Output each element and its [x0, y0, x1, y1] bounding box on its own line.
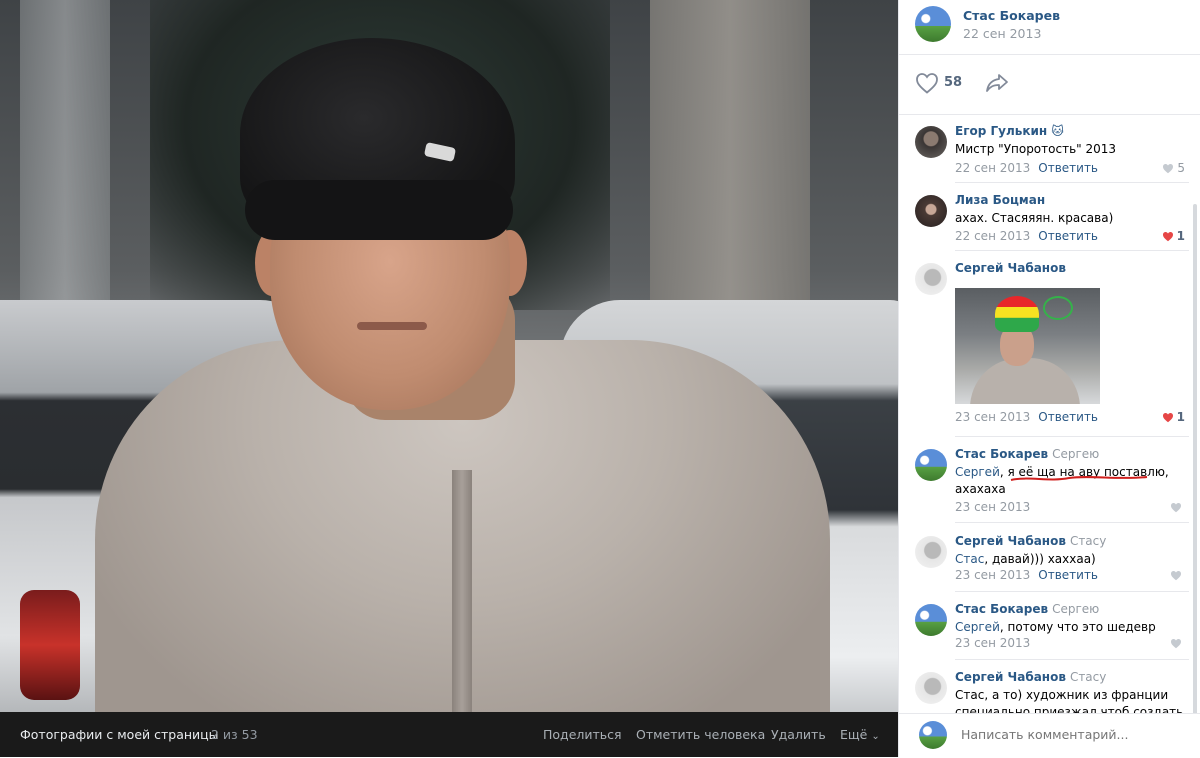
reply-button[interactable]: Ответить	[1038, 568, 1098, 582]
photo-bottom-bar: Фотографии с моей страницы 2 из 53 Подел…	[0, 712, 898, 757]
more-label: Ещё	[840, 727, 868, 742]
comment-date[interactable]: 23 сен 2013	[955, 500, 1030, 514]
comments-scrollbar[interactable]	[1193, 204, 1197, 714]
like-count: 58	[944, 75, 963, 90]
post-date[interactable]: 22 сен 2013	[963, 26, 1041, 41]
commenter-avatar[interactable]	[915, 195, 947, 227]
photo-person	[95, 30, 830, 712]
comment-text: ахах. Стасяяян. красава)	[955, 211, 1114, 225]
commenter-avatar[interactable]	[915, 604, 947, 636]
commenter-name[interactable]: Стас Бокарев Сергею	[955, 602, 1099, 616]
photo-taillight	[20, 590, 80, 700]
share-button[interactable]: Поделиться	[543, 727, 622, 742]
heart-icon	[1162, 413, 1173, 423]
author-avatar[interactable]	[915, 6, 951, 42]
comment: Сергей Чабанов Стасу Стас, давай))) хахха…	[899, 524, 1189, 592]
photo-counter: 2 из 53	[211, 727, 258, 742]
commenter-avatar[interactable]	[915, 126, 947, 158]
red-underline-drawing	[1010, 476, 1148, 481]
comment: Сергей Чабанов 23 сен 2013 Ответить 1	[899, 251, 1189, 437]
more-button[interactable]: Ещё ⌄	[840, 727, 880, 742]
comment-like-count: 5	[1177, 161, 1185, 175]
side-panel: Стас Бокарев 22 сен 2013 58 Егор Гулькин…	[898, 0, 1200, 758]
attachment-speech-bubble	[1043, 296, 1073, 320]
comment-text: Мистр "Упоротость" 2013	[955, 142, 1117, 156]
heart-icon	[1171, 639, 1181, 649]
comment-text: Сергей, потому что это шедевр	[955, 620, 1156, 634]
post-actions: 58	[899, 54, 1200, 115]
cat-emoji-icon: 🐱	[1051, 124, 1064, 138]
comment-meta: 23 сен 2013 Ответить	[955, 410, 1098, 424]
chevron-down-icon: ⌄	[871, 731, 880, 742]
comment-text: Стас, а то) художник из франции специаль…	[955, 688, 1184, 714]
commenter-name[interactable]: Сергей Чабанов Стасу	[955, 534, 1106, 548]
delete-button[interactable]: Удалить	[771, 727, 826, 742]
comment-mention[interactable]: Сергей	[955, 620, 1000, 634]
comment-like[interactable]	[1170, 568, 1185, 582]
photo-mouth	[357, 322, 427, 330]
attachment-person-body	[970, 358, 1080, 404]
comment-photo-attachment[interactable]	[955, 288, 1100, 404]
comment-meta: 23 сен 2013	[955, 500, 1030, 514]
comment: Егор Гулькин 🐱 Мистр "Упоротость" 2013 2…	[899, 114, 1189, 183]
comment-meta: 22 сен 2013 Ответить	[955, 229, 1098, 243]
comment-date[interactable]: 23 сен 2013	[955, 410, 1030, 424]
comment-like-count: 1	[1176, 410, 1185, 424]
comment-text: Стас, давай))) хаххаа)	[955, 552, 1096, 566]
comment-meta: 23 сен 2013 Ответить	[955, 568, 1098, 582]
my-avatar	[919, 721, 947, 749]
photo-hat-band	[245, 180, 513, 240]
author-name[interactable]: Стас Бокарев	[963, 8, 1060, 23]
reply-button[interactable]: Ответить	[1038, 229, 1098, 243]
commenter-avatar[interactable]	[915, 672, 947, 704]
heart-icon	[1162, 232, 1173, 242]
comment: Сергей Чабанов Стасу Стас, а то) художник…	[899, 660, 1189, 714]
album-title[interactable]: Фотографии с моей страницы	[20, 727, 219, 742]
attachment-rasta-hat	[995, 296, 1039, 332]
commenter-name[interactable]: Сергей Чабанов	[955, 261, 1066, 275]
comment-composer	[899, 713, 1200, 758]
comment-like[interactable]: 5	[1162, 161, 1185, 175]
post-header: Стас Бокарев 22 сен 2013	[899, 0, 1200, 55]
commenter-avatar[interactable]	[915, 263, 947, 295]
comment-divider	[955, 522, 1189, 523]
comment-like[interactable]: 1	[1162, 229, 1185, 243]
comment-input[interactable]	[961, 727, 1181, 742]
comment: Лиза Боцман ахах. Стасяяян. красава) 22 …	[899, 183, 1189, 251]
comment-like[interactable]	[1170, 636, 1185, 650]
commenter-avatar[interactable]	[915, 449, 947, 481]
commenter-name[interactable]: Егор Гулькин 🐱	[955, 124, 1064, 138]
commenter-name[interactable]: Лиза Боцман	[955, 193, 1045, 207]
commenter-avatar[interactable]	[915, 536, 947, 568]
share-arrow-icon[interactable]	[985, 72, 1009, 94]
comment-meta: 22 сен 2013 Ответить	[955, 161, 1098, 175]
comment-like-count: 1	[1176, 229, 1185, 243]
heart-icon	[1171, 503, 1181, 513]
heart-icon	[1163, 164, 1174, 174]
comment-date[interactable]: 23 сен 2013	[955, 568, 1030, 582]
comment-meta: 23 сен 2013	[955, 636, 1030, 650]
heart-icon	[1171, 571, 1181, 581]
comment-date[interactable]: 23 сен 2013	[955, 636, 1030, 650]
photo-zipper	[452, 470, 472, 712]
comment-mention[interactable]: Сергей	[955, 465, 1000, 479]
comments-list[interactable]: Егор Гулькин 🐱 Мистр "Упоротость" 2013 2…	[899, 114, 1200, 714]
commenter-name[interactable]: Стас Бокарев Сергею	[955, 447, 1099, 461]
photo-viewer: Фотографии с моей страницы 2 из 53 Подел…	[0, 0, 1200, 758]
comment-like[interactable]	[1170, 500, 1185, 514]
tag-person-button[interactable]: Отметить человека	[636, 727, 765, 742]
comment-date[interactable]: 22 сен 2013	[955, 161, 1030, 175]
comment-date[interactable]: 22 сен 2013	[955, 229, 1030, 243]
photo[interactable]	[0, 0, 898, 712]
reply-button[interactable]: Ответить	[1038, 410, 1098, 424]
commenter-name[interactable]: Сергей Чабанов Стасу	[955, 670, 1106, 684]
reply-button[interactable]: Ответить	[1038, 161, 1098, 175]
comment: Стас Бокарев Сергею Сергей, я её ща на ав…	[899, 437, 1189, 523]
comment: Стас Бокарев Сергею Сергей, потому что эт…	[899, 592, 1189, 660]
comment-like[interactable]: 1	[1162, 410, 1185, 424]
comment-mention[interactable]: Стас	[955, 552, 984, 566]
heart-icon[interactable]	[915, 72, 939, 94]
